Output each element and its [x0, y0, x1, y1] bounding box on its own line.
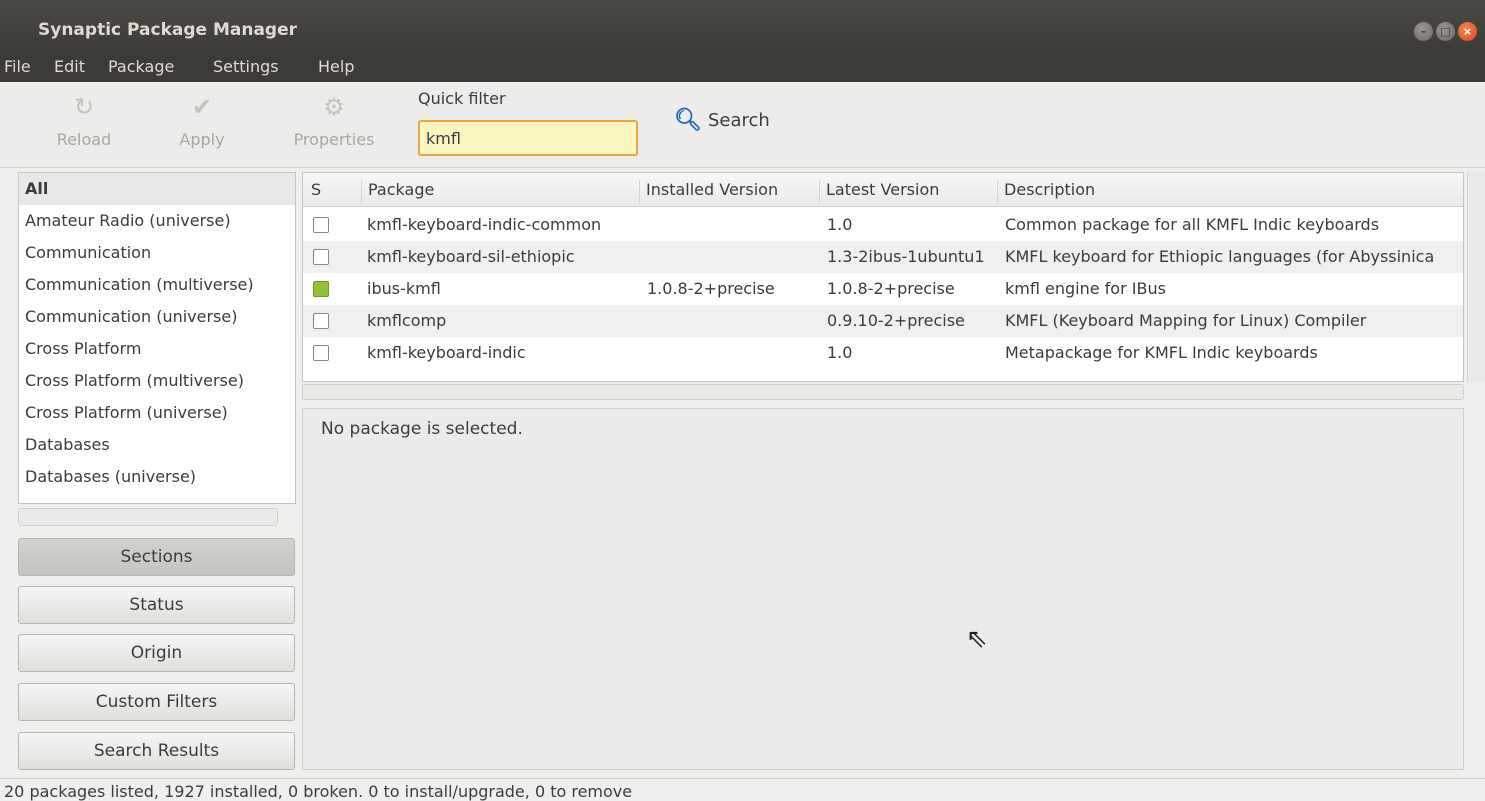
description: kmfl engine for IBus	[1005, 279, 1166, 298]
table-row[interactable]: kmfl-keyboard-indic 1.0 Metapackage for …	[303, 337, 1463, 369]
package-name: kmflcomp	[367, 311, 447, 330]
window-title: Synaptic Package Manager	[38, 20, 298, 40]
gear-icon: ⚙	[323, 93, 345, 121]
toolbar: ↻ Reload ✔ Apply ⚙ Properties Quick filt…	[0, 82, 1485, 168]
custom-filters-button[interactable]: Custom Filters	[18, 683, 295, 721]
checkmark-icon: ✔	[191, 93, 213, 121]
description: Common package for all KMFL Indic keyboa…	[1005, 215, 1380, 234]
maximize-button[interactable]: □	[1436, 22, 1455, 41]
package-table: S Package Installed Version Latest Versi…	[302, 172, 1464, 382]
package-name: kmfl-keyboard-sil-ethiopic	[367, 247, 575, 266]
origin-filter-button[interactable]: Origin	[18, 634, 295, 672]
menu-settings[interactable]: Settings	[213, 57, 279, 76]
status-text: 20 packages listed, 1927 installed, 0 br…	[4, 782, 633, 801]
properties-button[interactable]: ⚙ Properties	[282, 92, 386, 149]
description: KMFL (Keyboard Mapping for Linux) Compil…	[1005, 311, 1367, 330]
window-controls: – □ ×	[1414, 22, 1477, 41]
status-checkbox[interactable]	[313, 313, 329, 329]
column-latest-version[interactable]: Latest Version	[819, 180, 939, 204]
section-item[interactable]: Communication	[19, 237, 295, 269]
latest-version: 1.3-2ibus-1ubuntu1	[827, 247, 985, 266]
reload-icon: ↻	[73, 93, 95, 121]
table-row[interactable]: ibus-kmfl 1.0.8-2+precise 1.0.8-2+precis…	[303, 273, 1463, 305]
description: Metapackage for KMFL Indic keyboards	[1005, 343, 1318, 362]
column-package[interactable]: Package	[361, 180, 434, 204]
package-name: kmfl-keyboard-indic-common	[367, 215, 602, 234]
sections-filter-button[interactable]: Sections	[18, 538, 295, 576]
status-checkbox[interactable]	[313, 249, 329, 265]
packages-vertical-scrollbar[interactable]	[1467, 172, 1485, 382]
column-description[interactable]: Description	[997, 180, 1095, 204]
section-item[interactable]: Cross Platform (multiverse)	[19, 365, 295, 397]
apply-button[interactable]: ✔ Apply	[162, 92, 242, 149]
quick-filter-label: Quick filter	[418, 89, 506, 108]
menu-package[interactable]: Package	[108, 57, 174, 76]
menu-file[interactable]: File	[4, 57, 31, 76]
latest-version: 1.0	[827, 343, 853, 362]
section-item[interactable]: Communication (universe)	[19, 301, 295, 333]
section-item[interactable]: All	[19, 173, 295, 205]
package-details-pane: No package is selected.	[302, 408, 1464, 770]
status-checkbox[interactable]	[313, 217, 329, 233]
quick-filter-input[interactable]	[418, 120, 638, 156]
section-item[interactable]: Databases	[19, 429, 295, 461]
title-bar: Synaptic Package Manager – □ ×	[0, 0, 1485, 52]
close-button[interactable]: ×	[1458, 22, 1477, 41]
installed-version: 1.0.8-2+precise	[647, 279, 775, 298]
section-item[interactable]: Communication (multiverse)	[19, 269, 295, 301]
menu-bar: File Edit Package Settings Help	[0, 52, 1485, 82]
search-icon: 🔍︎	[674, 108, 702, 133]
status-filter-button[interactable]: Status	[18, 586, 295, 624]
properties-label: Properties	[293, 130, 375, 149]
search-button[interactable]: 🔍︎ Search	[674, 108, 770, 133]
table-row[interactable]: kmfl-keyboard-indic-common 1.0 Common pa…	[303, 209, 1463, 241]
search-results-button[interactable]: Search Results	[18, 732, 295, 770]
status-checkbox[interactable]	[313, 281, 329, 297]
section-item[interactable]: Cross Platform	[19, 333, 295, 365]
table-row[interactable]: kmflcomp 0.9.10-2+precise KMFL (Keyboard…	[303, 305, 1463, 337]
section-item[interactable]: Amateur Radio (universe)	[19, 205, 295, 237]
latest-version: 1.0	[827, 215, 853, 234]
menu-edit[interactable]: Edit	[54, 57, 85, 76]
minimize-button[interactable]: –	[1414, 22, 1433, 41]
latest-version: 0.9.10-2+precise	[827, 311, 965, 330]
packages-horizontal-scrollbar[interactable]	[302, 384, 1464, 400]
menu-help[interactable]: Help	[318, 57, 354, 76]
search-label: Search	[707, 110, 770, 131]
mouse-cursor-icon: ⇖	[966, 624, 988, 654]
package-name: ibus-kmfl	[367, 279, 441, 298]
description: KMFL keyboard for Ethiopic languages (fo…	[1005, 247, 1435, 266]
status-bar: 20 packages listed, 1927 installed, 0 br…	[0, 778, 1485, 801]
status-checkbox[interactable]	[313, 345, 329, 361]
section-item[interactable]: Databases (universe)	[19, 461, 295, 493]
sections-horizontal-scrollbar[interactable]	[18, 508, 278, 526]
table-row[interactable]: kmfl-keyboard-sil-ethiopic 1.3-2ibus-1ub…	[303, 241, 1463, 273]
reload-button[interactable]: ↻ Reload	[44, 92, 124, 149]
sections-list: All Amateur Radio (universe) Communicati…	[18, 172, 296, 504]
section-item[interactable]: Cross Platform (universe)	[19, 397, 295, 429]
column-status[interactable]: S	[305, 180, 321, 204]
package-name: kmfl-keyboard-indic	[367, 343, 526, 362]
reload-label: Reload	[56, 130, 112, 149]
table-header: S Package Installed Version Latest Versi…	[303, 173, 1463, 207]
latest-version: 1.0.8-2+precise	[827, 279, 955, 298]
no-selection-text: No package is selected.	[321, 419, 523, 439]
apply-label: Apply	[179, 130, 225, 149]
column-installed-version[interactable]: Installed Version	[639, 180, 778, 204]
